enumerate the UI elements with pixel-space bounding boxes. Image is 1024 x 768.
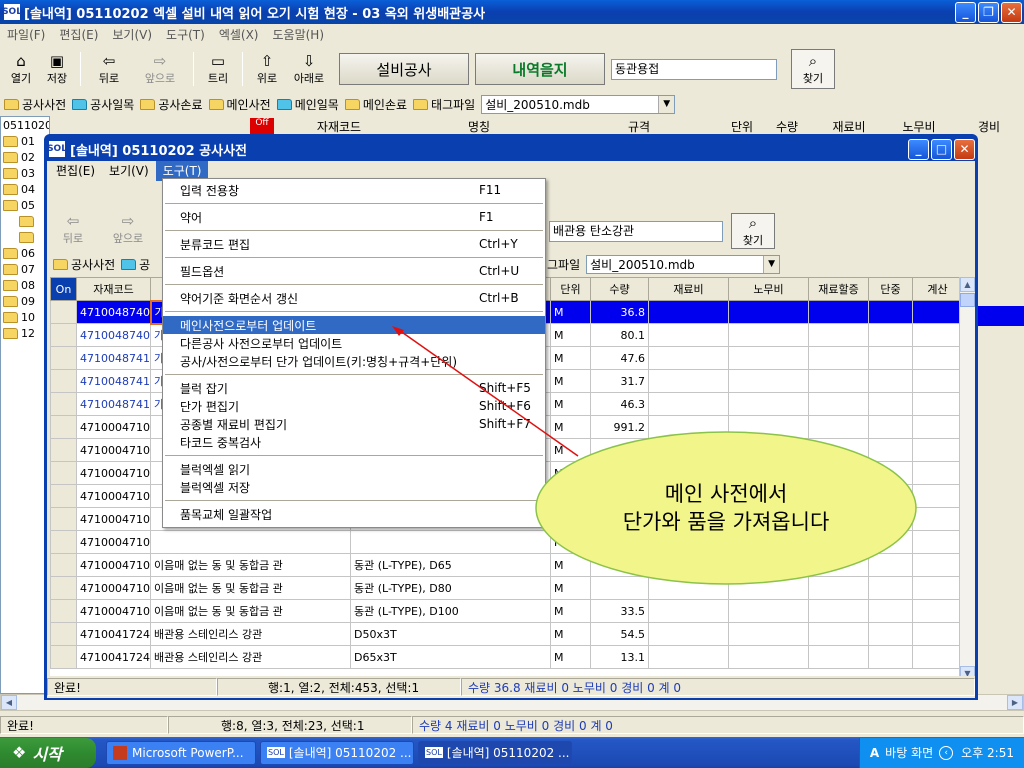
callout-overlay bbox=[392, 326, 917, 585]
clock: 오후 2:51 bbox=[961, 746, 1014, 760]
task-solnaeyeok-2[interactable]: SOL [솔내역] 05110202 ... bbox=[418, 740, 572, 765]
chevron-left-icon[interactable]: ‹ bbox=[939, 745, 954, 760]
task-solnaeyeok-1[interactable]: SOL [솔내역] 05110202 ... bbox=[260, 740, 414, 765]
taskbar: ❖ 시작 Microsoft PowerP... SOL [솔내역] 0511020… bbox=[0, 737, 1024, 768]
callout-text: 메인 사전에서 단가와 품을 가져옵니다 bbox=[560, 480, 892, 536]
powerpoint-icon bbox=[113, 745, 127, 760]
start-button[interactable]: ❖ 시작 bbox=[0, 737, 96, 768]
app-icon: SOL bbox=[267, 747, 285, 758]
language-indicator-icon[interactable]: A bbox=[870, 746, 879, 760]
desktop-toolbar-label[interactable]: 바탕 화면 bbox=[885, 744, 933, 761]
task-powerpoint[interactable]: Microsoft PowerP... bbox=[106, 740, 256, 765]
callout-arrowhead bbox=[392, 326, 404, 336]
windows-logo-icon: ❖ bbox=[12, 743, 27, 762]
app-icon: SOL bbox=[425, 747, 443, 758]
callout-arrow-line bbox=[395, 327, 579, 457]
callout-line-2: 단가와 품을 가져옵니다 bbox=[622, 510, 830, 534]
callout-line-1: 메인 사전에서 bbox=[664, 482, 788, 506]
system-tray: A 바탕 화면 ‹ 오후 2:51 bbox=[858, 737, 1024, 768]
